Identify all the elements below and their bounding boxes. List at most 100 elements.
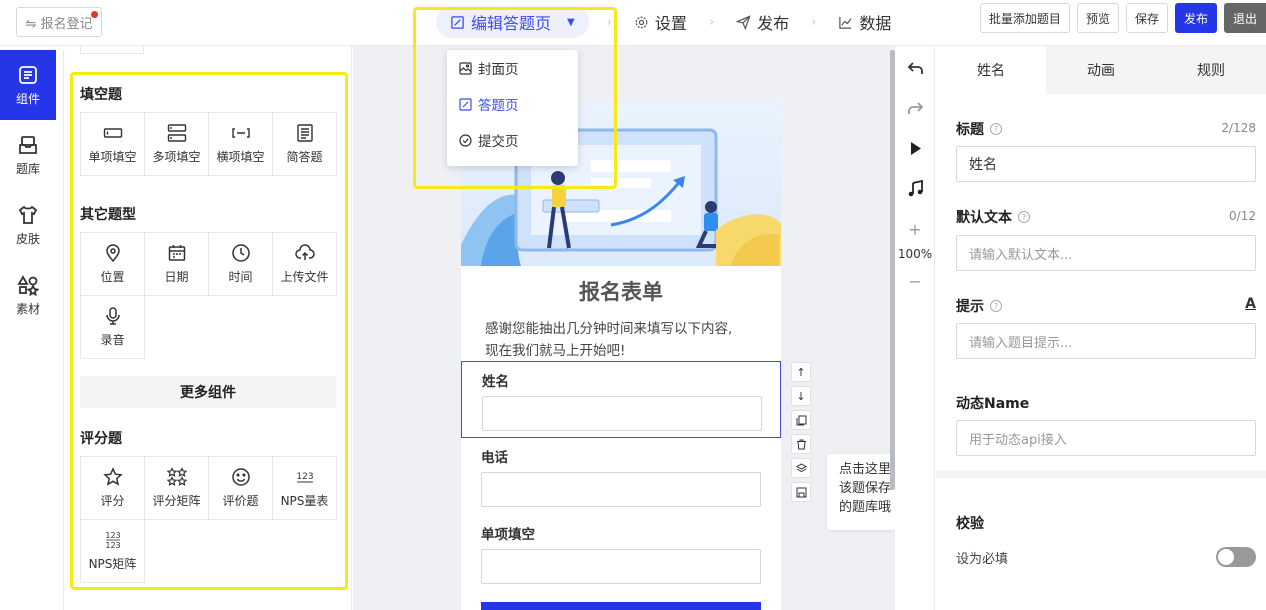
nav-skin-label: 皮肤 <box>15 231 40 246</box>
back-button[interactable]: ⇋ 报名登记 <box>16 7 102 37</box>
chevron-right-icon: › <box>606 14 612 30</box>
music-icon[interactable] <box>895 180 935 197</box>
component-nps-matrix[interactable]: 123 123 NPS矩阵 <box>81 520 145 583</box>
redo-icon[interactable] <box>895 100 935 117</box>
component-single-input[interactable]: 单项填空 <box>81 113 145 176</box>
microphone-icon <box>105 307 120 325</box>
smile-icon <box>231 468 250 486</box>
submit-button[interactable] <box>481 602 761 610</box>
save-to-bank-icon[interactable] <box>791 482 811 502</box>
component-multi-input[interactable]: 多项填空 <box>145 113 209 176</box>
tab-animation[interactable]: 动画 <box>1046 46 1156 94</box>
help-icon[interactable]: ? <box>990 300 1002 312</box>
page-select-dropdown: 封面页 答题页 提交页 <box>447 50 578 166</box>
more-components-button[interactable]: 更多组件 <box>80 376 336 408</box>
save-button[interactable]: 保存 <box>1125 3 1168 33</box>
title-label-text: 标题 <box>956 122 984 138</box>
layers-icon[interactable] <box>791 458 811 478</box>
dynamic-name-label: 动态Name <box>956 396 1030 412</box>
component-short-answer[interactable]: 简答题 <box>273 113 337 176</box>
tab-rules[interactable]: 规则 <box>1156 46 1266 94</box>
dropdown-submit-label: 提交页 <box>478 134 519 150</box>
component-rating[interactable]: 评分 <box>81 457 145 520</box>
tab-name[interactable]: 姓名 <box>936 46 1046 94</box>
nav-item-components[interactable]: 组件 <box>0 50 56 120</box>
top-bar: ⇋ 报名登记 编辑答题页 ▼ › 设置 › 发布 › 数据 批量添加题目 预览 … <box>0 0 1266 46</box>
question-phone[interactable]: 电话 <box>461 438 781 515</box>
required-label: 设为必填 <box>956 552 1009 567</box>
question-name[interactable]: 姓名 <box>461 361 781 438</box>
step-publish[interactable]: 发布 <box>732 6 793 38</box>
dynamic-name-input[interactable]: 用于动态api接入 <box>956 420 1256 456</box>
text-format-icon[interactable]: A <box>1245 296 1256 312</box>
dropdown-item-submit[interactable]: 提交页 <box>447 122 578 158</box>
question-name-input[interactable] <box>482 396 762 431</box>
component-nps[interactable]: 123 NPS量表 <box>273 457 337 520</box>
component-time[interactable]: 时间 <box>209 233 273 296</box>
component-location[interactable]: 位置 <box>81 233 145 296</box>
default-label-text: 默认文本 <box>956 210 1012 226</box>
default-text-label: 默认文本 ? <box>956 207 1030 227</box>
nav-item-materials[interactable]: 素材 <box>0 260 56 330</box>
component-rating-matrix[interactable]: 评分矩阵 <box>145 457 209 520</box>
question-phone-label: 电话 <box>481 450 508 466</box>
nav-item-skin[interactable]: 皮肤 <box>0 190 56 260</box>
nps-matrix-label: NPS矩阵 <box>88 557 137 571</box>
publish-button[interactable]: 发布 <box>1174 3 1217 33</box>
editor-canvas: 报名表单 感谢您能抽出几分钟时间来填写以下内容, 现在我们就马上开始吧! 姓名 … <box>353 46 895 610</box>
single-input-label: 单项填空 <box>88 150 137 164</box>
question-single-fill[interactable]: 单项填空 <box>461 515 781 592</box>
location-label: 位置 <box>100 270 125 284</box>
form-desc-line1: 感谢您能抽出几分钟时间来填写以下内容, <box>485 321 733 337</box>
nps-matrix-icon: 123123 <box>105 531 120 550</box>
title-field-label: 标题 ? <box>956 119 1002 139</box>
copy-icon[interactable] <box>791 410 811 430</box>
hint-input[interactable]: 请输入题目提示... <box>956 323 1256 359</box>
multi-input-label: 多项填空 <box>152 150 201 164</box>
nav-question-bank-label: 题库 <box>15 161 40 176</box>
component-panel: 填空题 单项填空 多项填空 横项填空 简答题 其它题型 位置 日期 时间 上传文… <box>66 46 352 610</box>
component-date[interactable]: 日期 <box>145 233 209 296</box>
component-upload[interactable]: 上传文件 <box>273 233 337 296</box>
undo-icon[interactable] <box>895 60 935 77</box>
form-desc-line2: 现在我们就马上开始吧! <box>485 343 626 359</box>
help-icon[interactable]: ? <box>990 123 1002 135</box>
move-down-icon[interactable]: ↓ <box>791 386 811 406</box>
dropdown-item-answer[interactable]: 答题页 <box>447 86 578 122</box>
question-single-fill-label: 单项填空 <box>481 527 535 543</box>
step-edit-page[interactable]: 编辑答题页 ▼ <box>436 6 589 38</box>
component-horizontal-input[interactable]: 横项填空 <box>209 113 273 176</box>
required-toggle[interactable] <box>1216 547 1256 567</box>
component-recording[interactable]: 录音 <box>81 296 145 359</box>
question-phone-input[interactable] <box>481 472 761 507</box>
zoom-level: 100% <box>897 247 933 261</box>
date-label: 日期 <box>164 270 189 284</box>
step-settings[interactable]: 设置 <box>630 6 691 38</box>
batch-add-button[interactable]: 批量添加题目 <box>979 3 1070 33</box>
zoom-out-icon[interactable]: − <box>895 272 935 291</box>
zoom-in-icon[interactable]: + <box>895 220 935 239</box>
nav-item-question-bank[interactable]: 题库 <box>0 120 56 190</box>
horizontal-input-label: 横项填空 <box>216 150 265 164</box>
component-evaluation[interactable]: 评价题 <box>209 457 273 520</box>
inbox-icon <box>19 135 37 154</box>
move-up-icon[interactable]: ↑ <box>791 362 811 382</box>
left-nav: 组件 题库 皮肤 素材 <box>0 50 64 610</box>
preview-button[interactable]: 预览 <box>1076 3 1119 33</box>
cloud-upload-icon <box>294 244 315 260</box>
help-icon[interactable]: ? <box>1018 211 1030 223</box>
hint-label-text: 提示 <box>956 299 984 315</box>
play-icon[interactable] <box>895 140 935 157</box>
default-text-input[interactable]: 请输入默认文本... <box>956 235 1256 271</box>
recording-label: 录音 <box>100 333 125 347</box>
dropdown-item-cover[interactable]: 封面页 <box>447 50 578 86</box>
question-single-fill-input[interactable] <box>481 549 761 584</box>
title-input[interactable]: 姓名 <box>956 146 1256 182</box>
save-bank-tooltip: 点击这里 该题保存 的题库哦 <box>827 454 895 530</box>
exit-button[interactable]: 退出 <box>1223 3 1266 33</box>
rating-label: 评分 <box>100 494 125 508</box>
svg-text:123: 123 <box>105 531 120 540</box>
delete-icon[interactable] <box>791 434 811 454</box>
calendar-icon <box>168 245 185 261</box>
step-data[interactable]: 数据 <box>834 6 895 38</box>
